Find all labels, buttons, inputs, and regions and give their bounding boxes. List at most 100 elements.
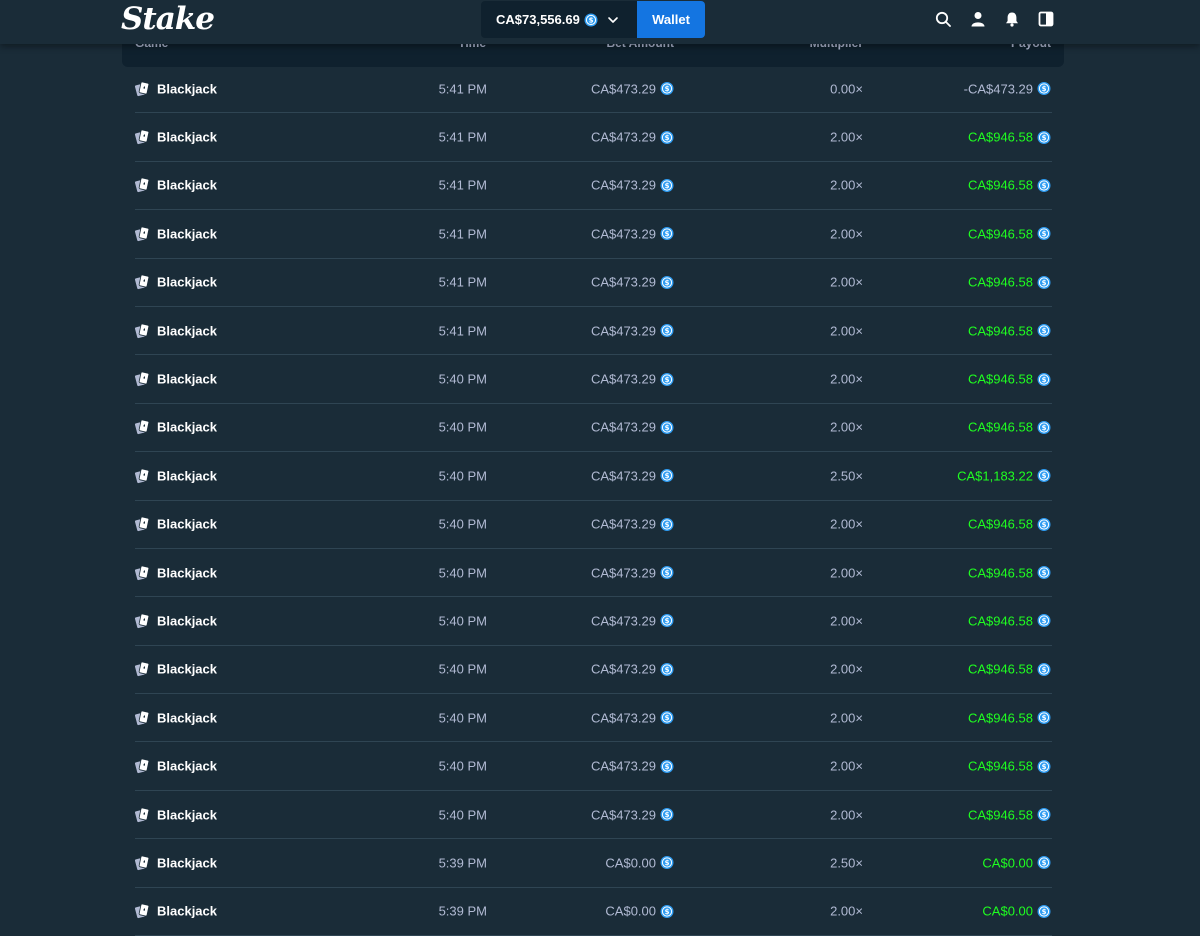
coin-icon: $ bbox=[660, 856, 674, 870]
table-row[interactable]: Blackjack 5:40 PM CA$473.29 $2.00× CA$946.58… bbox=[134, 549, 1052, 598]
bet-amount-value: CA$473.29 bbox=[590, 807, 656, 823]
bet-amount-cell: CA$473.29 $ bbox=[591, 178, 674, 193]
coin-icon: $ bbox=[1037, 420, 1051, 434]
game-cell[interactable]: Blackjack bbox=[134, 855, 217, 870]
game-name[interactable]: Blackjack bbox=[157, 81, 217, 96]
coin-icon: $ bbox=[660, 324, 674, 338]
game-cell[interactable]: Blackjack bbox=[134, 130, 217, 145]
table-row[interactable]: Blackjack 5:40 PM CA$473.29 $2.00× CA$946.58… bbox=[134, 501, 1052, 549]
stake-logo[interactable]: Stake bbox=[121, 1, 215, 37]
game-name[interactable]: Blackjack bbox=[157, 759, 217, 774]
game-cell[interactable]: Blackjack bbox=[134, 710, 217, 725]
svg-text:$: $ bbox=[1042, 85, 1047, 93]
payout-value: CA$946.58 bbox=[967, 177, 1033, 193]
game-name[interactable]: Blackjack bbox=[157, 275, 217, 290]
game-cell[interactable]: Blackjack bbox=[134, 371, 217, 387]
payout-cell: CA$946.58 $ bbox=[968, 178, 1051, 193]
game-cell[interactable]: Blackjack bbox=[134, 904, 217, 919]
game-cell[interactable]: Blackjack bbox=[134, 758, 217, 774]
game-cell[interactable]: Blackjack bbox=[134, 323, 217, 338]
bet-amount-value: CA$473.29 bbox=[590, 516, 656, 532]
sidebar-toggle-icon[interactable] bbox=[1038, 11, 1054, 27]
game-name[interactable]: Blackjack bbox=[157, 855, 217, 870]
bet-amount-cell: CA$0.00 $ bbox=[605, 855, 674, 870]
multiplier-cell: 2.00× bbox=[830, 903, 863, 919]
svg-text:$: $ bbox=[1042, 569, 1047, 577]
game-name[interactable]: Blackjack bbox=[157, 613, 217, 628]
table-row[interactable]: Blackjack 5:40 PM CA$473.29 $2.00× CA$946.58… bbox=[134, 355, 1052, 404]
coin-icon: $ bbox=[1037, 759, 1051, 773]
bet-amount-cell: CA$473.29 $ bbox=[591, 81, 674, 96]
coin-icon: $ bbox=[660, 759, 674, 773]
game-name[interactable]: Blackjack bbox=[157, 904, 217, 919]
table-row[interactable]: Blackjack 5:41 PM CA$473.29 $2.00× CA$946.58… bbox=[134, 162, 1052, 211]
game-name[interactable]: Blackjack bbox=[157, 372, 217, 387]
payout-value: CA$946.58 bbox=[967, 807, 1033, 823]
game-cell[interactable]: Blackjack bbox=[134, 807, 217, 822]
svg-text:$: $ bbox=[1042, 134, 1047, 142]
payout-cell: CA$946.58 $ bbox=[968, 710, 1051, 725]
table-row[interactable]: Blackjack 5:41 PM CA$473.29 $2.00× CA$946.58… bbox=[134, 113, 1052, 162]
game-name[interactable]: Blackjack bbox=[157, 178, 217, 193]
payout-value: CA$946.58 bbox=[967, 274, 1033, 290]
game-cell[interactable]: Blackjack bbox=[134, 178, 217, 193]
table-row[interactable]: Blackjack 5:40 PM CA$473.29 $2.00× CA$946.58… bbox=[134, 404, 1052, 453]
game-name[interactable]: Blackjack bbox=[157, 565, 217, 580]
coin-icon: $ bbox=[1037, 517, 1051, 531]
table-row[interactable]: Blackjack 5:39 PM CA$0.00 $2.00× CA$0.00 $ bbox=[134, 888, 1052, 936]
bet-amount-value: CA$473.29 bbox=[590, 613, 656, 629]
blackjack-cards-icon bbox=[134, 371, 150, 387]
svg-text:$: $ bbox=[1042, 763, 1047, 771]
table-row[interactable]: Blackjack 5:40 PM CA$473.29 $2.00× CA$946.58… bbox=[134, 597, 1052, 646]
wallet-button[interactable]: Wallet bbox=[637, 1, 705, 38]
svg-text:$: $ bbox=[1042, 230, 1047, 238]
bet-amount-value: CA$473.29 bbox=[590, 81, 656, 97]
game-cell[interactable]: Blackjack bbox=[134, 81, 217, 96]
table-row[interactable]: Blackjack 5:41 PM CA$473.29 $0.00× -CA$473.2… bbox=[134, 65, 1052, 114]
table-row[interactable]: Blackjack 5:40 PM CA$473.29 $2.50× CA$1,183.… bbox=[134, 452, 1052, 501]
table-row[interactable]: Blackjack 5:41 PM CA$473.29 $2.00× CA$946.58… bbox=[134, 307, 1052, 356]
game-name[interactable]: Blackjack bbox=[157, 420, 217, 435]
blackjack-cards-icon bbox=[134, 758, 150, 774]
table-row[interactable]: Blackjack 5:40 PM CA$473.29 $2.00× CA$946.58… bbox=[134, 646, 1052, 695]
game-name[interactable]: Blackjack bbox=[157, 468, 217, 483]
game-cell[interactable]: Blackjack bbox=[134, 468, 217, 483]
game-name[interactable]: Blackjack bbox=[157, 130, 217, 145]
svg-text:$: $ bbox=[665, 376, 670, 384]
table-row[interactable]: Blackjack 5:40 PM CA$473.29 $2.00× CA$946.58… bbox=[134, 742, 1052, 791]
table-row[interactable]: Blackjack 5:41 PM CA$473.29 $2.00× CA$946.58… bbox=[134, 259, 1052, 307]
payout-value: CA$946.58 bbox=[967, 226, 1033, 242]
table-row[interactable]: Blackjack 5:40 PM CA$473.29 $2.00× CA$946.58… bbox=[134, 791, 1052, 840]
payout-cell: CA$946.58 $ bbox=[968, 420, 1051, 435]
balance-selector[interactable]: CA$73,556.69 $ bbox=[481, 1, 638, 38]
game-cell[interactable]: Blackjack bbox=[134, 226, 217, 241]
game-cell[interactable]: Blackjack bbox=[134, 613, 217, 628]
multiplier-cell: 2.50× bbox=[830, 468, 863, 484]
game-name[interactable]: Blackjack bbox=[157, 710, 217, 725]
bet-amount-cell: CA$473.29 $ bbox=[591, 323, 674, 338]
table-row[interactable]: Blackjack 5:39 PM CA$0.00 $2.50× CA$0.00 $ bbox=[134, 839, 1052, 888]
svg-text:$: $ bbox=[1042, 472, 1047, 480]
time-cell: 5:40 PM bbox=[438, 613, 487, 629]
svg-text:$: $ bbox=[1042, 666, 1047, 674]
game-name[interactable]: Blackjack bbox=[157, 662, 217, 677]
game-name[interactable]: Blackjack bbox=[157, 323, 217, 338]
user-icon[interactable] bbox=[970, 11, 986, 27]
bell-icon[interactable] bbox=[1004, 11, 1020, 27]
svg-text:$: $ bbox=[1042, 618, 1047, 626]
coin-icon: $ bbox=[660, 178, 674, 192]
coin-icon: $ bbox=[660, 275, 674, 289]
game-cell[interactable]: Blackjack bbox=[134, 662, 217, 677]
payout-cell: CA$946.58 $ bbox=[968, 372, 1051, 387]
table-row[interactable]: Blackjack 5:41 PM CA$473.29 $2.00× CA$946.58… bbox=[134, 210, 1052, 259]
table-row[interactable]: Blackjack 5:40 PM CA$473.29 $2.00× CA$946.58… bbox=[134, 694, 1052, 743]
game-cell[interactable]: Blackjack bbox=[134, 420, 217, 435]
game-name[interactable]: Blackjack bbox=[157, 807, 217, 822]
svg-text:$: $ bbox=[665, 521, 670, 529]
game-cell[interactable]: Blackjack bbox=[134, 275, 217, 290]
game-cell[interactable]: Blackjack bbox=[134, 565, 217, 580]
search-icon[interactable] bbox=[935, 11, 951, 27]
game-cell[interactable]: Blackjack bbox=[134, 517, 217, 532]
game-name[interactable]: Blackjack bbox=[157, 226, 217, 241]
game-name[interactable]: Blackjack bbox=[157, 517, 217, 532]
